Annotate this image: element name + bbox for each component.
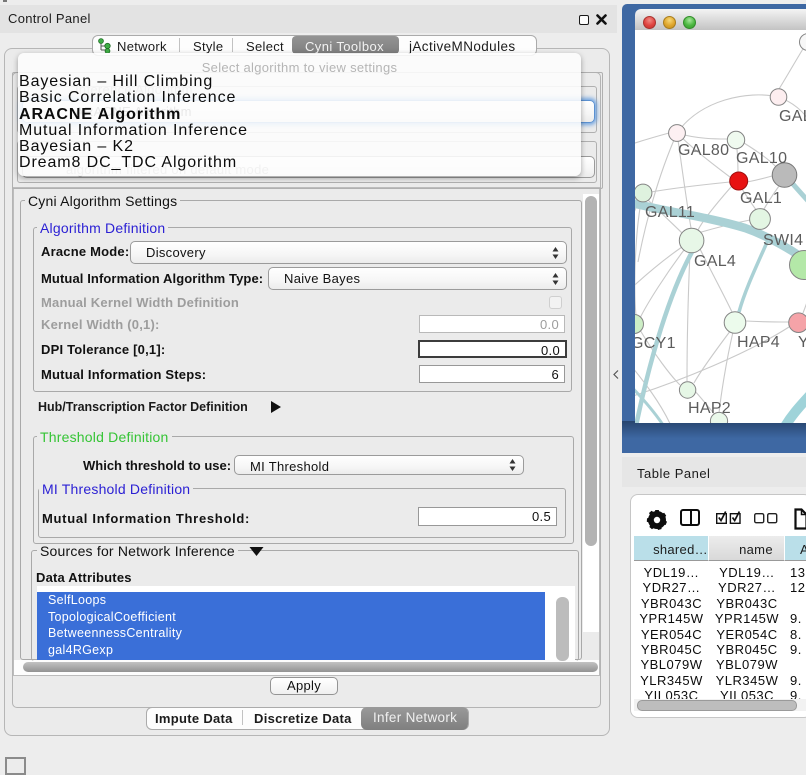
svg-text:GAL: GAL — [779, 108, 806, 125]
svg-text:HAP2: HAP2 — [688, 400, 731, 417]
svg-text:HAP4: HAP4 — [737, 334, 780, 351]
svg-text:SWI4: SWI4 — [763, 232, 803, 249]
svg-text:GAL10: GAL10 — [736, 150, 787, 167]
svg-text:Y: Y — [798, 334, 806, 351]
svg-text:GAL1: GAL1 — [740, 190, 782, 207]
svg-text:GAL4: GAL4 — [694, 253, 736, 270]
svg-text:GAL11: GAL11 — [645, 204, 695, 221]
svg-text:GCY1: GCY1 — [635, 335, 676, 352]
svg-text:GAL80: GAL80 — [678, 142, 729, 159]
